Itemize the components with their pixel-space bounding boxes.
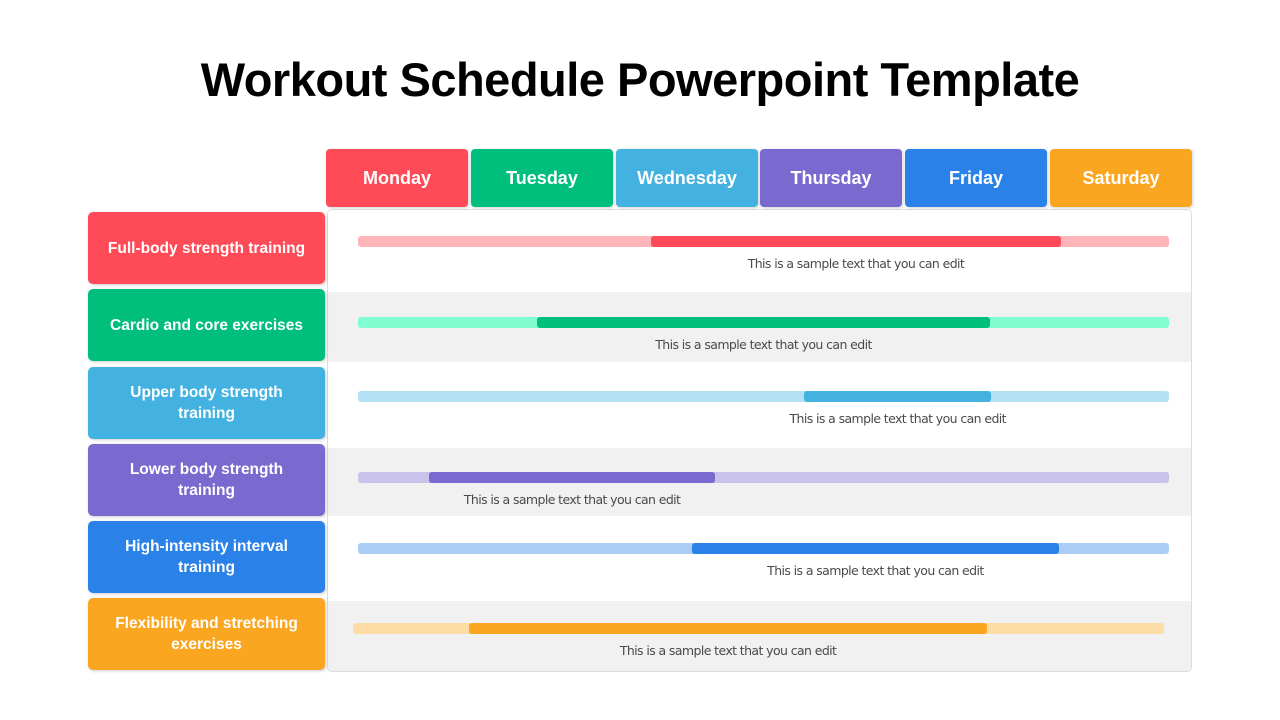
schedule-row: This is a sample text that you can edit [328,292,1191,362]
timeline-track [353,623,1164,634]
timeline-bar [650,236,1062,247]
schedule-row: This is a sample text that you can edit [328,516,1191,601]
day-header-friday: Friday [905,149,1047,207]
timeline-bar [468,623,988,634]
day-header-monday: Monday [326,149,468,207]
schedule-panel: This is a sample text that you can edit … [327,209,1192,672]
row-caption: This is a sample text that you can edit [463,492,681,507]
schedule-row: This is a sample text that you can edit [328,210,1191,292]
workout-label-upper-body: Upper body strength training [88,367,325,439]
row-caption: This is a sample text that you can edit [767,563,984,578]
schedule-row: This is a sample text that you can edit [328,362,1191,448]
timeline-bar [804,391,992,402]
workout-label-lower-body: Lower body strength training [88,444,325,516]
timeline-bar [692,543,1059,554]
timeline-bar [429,472,715,483]
workout-label-full-body: Full-body strength training [88,212,325,284]
timeline-track [358,543,1169,554]
day-header-row: Monday Tuesday Wednesday Thursday Friday… [326,149,1196,208]
timeline-track [358,236,1169,247]
day-header-tuesday: Tuesday [471,149,613,207]
day-header-wednesday: Wednesday [616,149,758,207]
timeline-track [358,472,1169,483]
workout-label-cardio-core: Cardio and core exercises [88,289,325,361]
timeline-track [358,317,1169,328]
workout-label-hiit: High-intensity interval training [88,521,325,593]
row-caption: This is a sample text that you can edit [789,411,1006,426]
day-header-thursday: Thursday [760,149,902,207]
row-caption: This is a sample text that you can edit [655,337,872,352]
row-caption: This is a sample text that you can edit [619,643,837,658]
slide-title: Workout Schedule Powerpoint Template [200,53,1080,106]
workout-label-flexibility: Flexibility and stretching exercises [88,598,325,670]
timeline-bar [537,317,990,328]
schedule-row: This is a sample text that you can edit [328,448,1191,516]
schedule-row: This is a sample text that you can edit [328,601,1191,671]
timeline-track [358,391,1169,402]
row-caption: This is a sample text that you can edit [747,256,965,271]
day-header-saturday: Saturday [1050,149,1192,207]
